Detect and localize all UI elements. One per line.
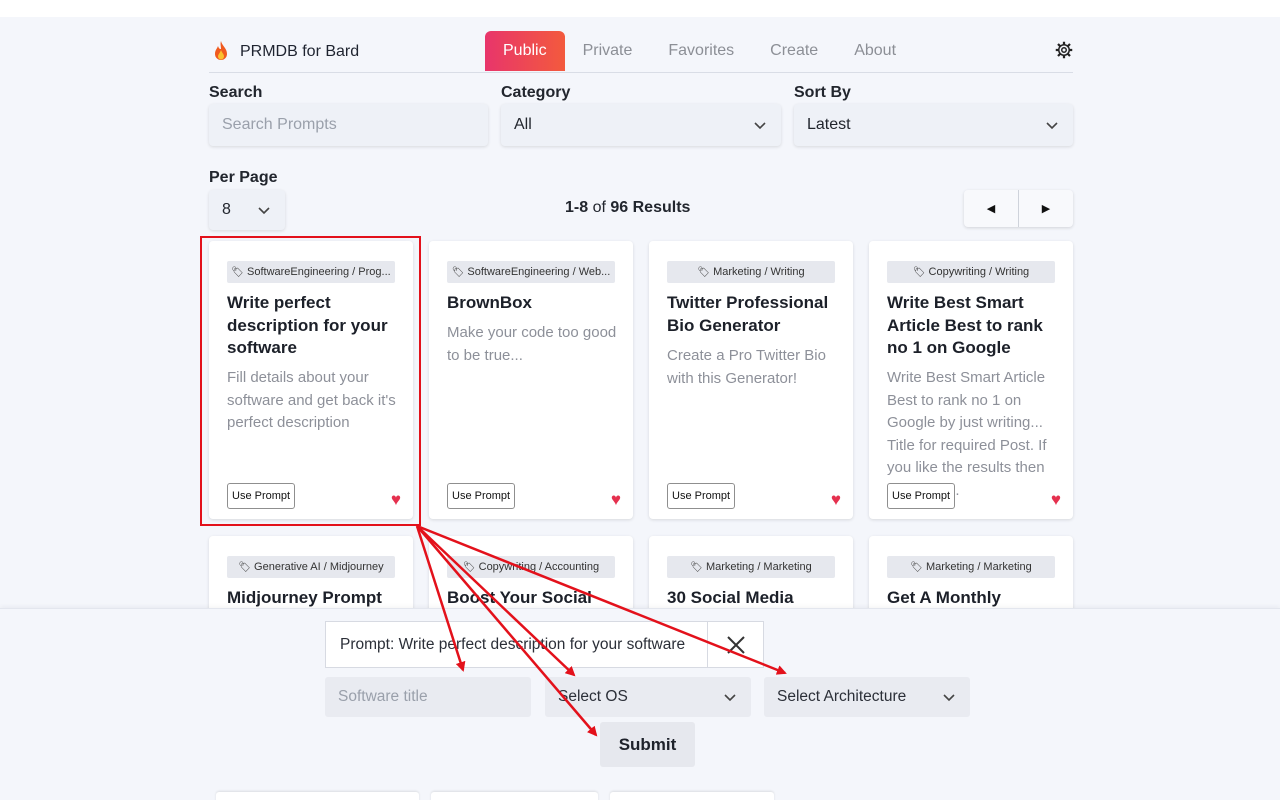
heart-icon[interactable]: ♥ <box>1051 491 1061 508</box>
software-title-input[interactable]: Software title <box>325 677 531 717</box>
os-placeholder: Select OS <box>558 688 628 705</box>
search-label: Search <box>209 84 263 101</box>
pagination: ◀ ▶ <box>964 190 1073 227</box>
category-select[interactable]: All <box>501 104 781 146</box>
tag-icon: 🏷 <box>462 561 476 573</box>
architecture-select[interactable]: Select Architecture <box>764 677 970 717</box>
tag-text: Generative AI / Midjourney <box>254 561 384 573</box>
card-edge <box>610 792 774 800</box>
app-header: PRMDB for Bard Public Private Favorites … <box>209 31 1073 73</box>
results-total: 96 <box>610 199 629 216</box>
tab-create[interactable]: Create <box>752 31 836 71</box>
card-title: BrownBox <box>447 293 532 312</box>
tag-icon: 🏷 <box>912 266 926 278</box>
tag-icon: 🏷 <box>690 561 703 573</box>
software-title-placeholder: Software title <box>338 688 428 705</box>
prompt-card[interactable]: 🏷 SoftwareEngineering / Web... BrownBox M… <box>429 241 633 519</box>
perpage-label: Per Page <box>209 169 278 186</box>
brand[interactable]: PRMDB for Bard <box>209 40 359 64</box>
card-title: Midjourney Prompt <box>227 588 382 607</box>
card-title: Twitter Professional Bio Generator <box>667 293 829 335</box>
close-button[interactable] <box>707 622 763 667</box>
tag-text: Copywriting / Writing <box>928 266 1030 278</box>
perpage-select[interactable]: 8 <box>209 190 285 230</box>
category-tag[interactable]: 🏷 Marketing / Marketing <box>667 556 835 578</box>
search-input[interactable]: Search Prompts <box>209 104 488 146</box>
sort-value: Latest <box>807 116 851 133</box>
app-name: PRMDB for Bard <box>240 43 360 60</box>
results-suffix: Results <box>632 199 691 216</box>
chevron-down-icon <box>258 207 270 215</box>
gear-icon[interactable] <box>1055 41 1073 59</box>
heart-icon[interactable]: ♥ <box>831 491 841 508</box>
card-title: Get A Monthly <box>887 588 1001 607</box>
next-page-button[interactable]: ▶ <box>1019 190 1073 227</box>
category-value: All <box>514 116 532 133</box>
card-title: Write Best Smart Article Best to rank no… <box>887 293 1043 357</box>
flame-logo-icon <box>215 41 227 60</box>
tag-icon: 🏷 <box>451 266 465 278</box>
close-icon <box>726 635 745 654</box>
sort-label: Sort By <box>794 84 851 101</box>
results-count: 1-8 of 96 Results <box>565 199 690 217</box>
use-prompt-button[interactable]: Use Prompt <box>667 483 736 509</box>
prev-page-button[interactable]: ◀ <box>964 190 1019 227</box>
results-range: 1-8 <box>565 199 589 216</box>
prompt-card[interactable]: 🏷 Marketing / Writing Twitter Professiona… <box>649 241 853 519</box>
tag-text: Copywriting / Accounting <box>478 561 600 573</box>
architecture-placeholder: Select Architecture <box>777 688 907 705</box>
selected-prompt-text: Prompt: Write perfect description for yo… <box>340 635 686 653</box>
category-tag[interactable]: 🏷 Copywriting / Writing <box>887 261 1055 283</box>
category-label: Category <box>501 84 571 101</box>
card-description: Write Best Smart Article Best to rank no… <box>887 369 1047 499</box>
search-placeholder: Search Prompts <box>222 116 337 133</box>
tag-text: SoftwareEngineering / Web... <box>467 266 611 278</box>
category-tag[interactable]: 🏷 Marketing / Writing <box>667 261 835 283</box>
card-title: Boost Your Social <box>447 588 592 607</box>
category-tag[interactable]: 🏷 SoftwareEngineering / Web... <box>447 261 615 283</box>
category-tag[interactable]: 🏷 Marketing / Marketing <box>887 556 1055 578</box>
selected-prompt-bar: Prompt: Write perfect description for yo… <box>325 621 764 668</box>
card-edge <box>431 792 598 800</box>
chevron-down-icon <box>724 694 736 702</box>
submit-button[interactable]: Submit <box>600 722 695 767</box>
tag-text: Marketing / Marketing <box>705 561 812 573</box>
tag-icon: 🏷 <box>910 561 923 573</box>
tab-public[interactable]: Public <box>485 31 565 71</box>
main-nav: Public Private Favorites Create About <box>485 31 914 71</box>
category-tag[interactable]: 🏷 Copywriting / Accounting <box>447 556 615 578</box>
use-prompt-button[interactable]: Use Prompt <box>447 483 516 509</box>
tag-icon: 🏷 <box>697 266 711 278</box>
tab-private[interactable]: Private <box>565 31 651 71</box>
annotation-highlight-box <box>200 236 421 526</box>
card-description: Make your code too good to be true... <box>447 324 617 364</box>
os-select[interactable]: Select OS <box>545 677 751 717</box>
tag-icon: 🏷 <box>238 561 252 573</box>
card-edge <box>216 792 419 800</box>
perpage-value: 8 <box>222 201 231 218</box>
chevron-down-icon <box>1046 122 1058 130</box>
tab-about[interactable]: About <box>836 31 914 71</box>
results-of: of <box>592 199 606 216</box>
chevron-down-icon <box>943 694 955 702</box>
use-prompt-button[interactable]: Use Prompt <box>887 483 956 509</box>
tab-favorites[interactable]: Favorites <box>650 31 752 71</box>
top-strip <box>0 0 1280 17</box>
card-description: Create a Pro Twitter Bio with this Gener… <box>667 347 826 387</box>
sort-select[interactable]: Latest <box>794 104 1073 146</box>
prompt-card[interactable]: 🏷 Copywriting / Writing Write Best Smart … <box>869 241 1073 519</box>
chevron-down-icon <box>754 122 766 130</box>
heart-icon[interactable]: ♥ <box>611 491 621 508</box>
tag-text: Marketing / Marketing <box>925 561 1032 573</box>
tag-text: Marketing / Writing <box>713 266 805 278</box>
category-tag[interactable]: 🏷 Generative AI / Midjourney <box>227 556 395 578</box>
